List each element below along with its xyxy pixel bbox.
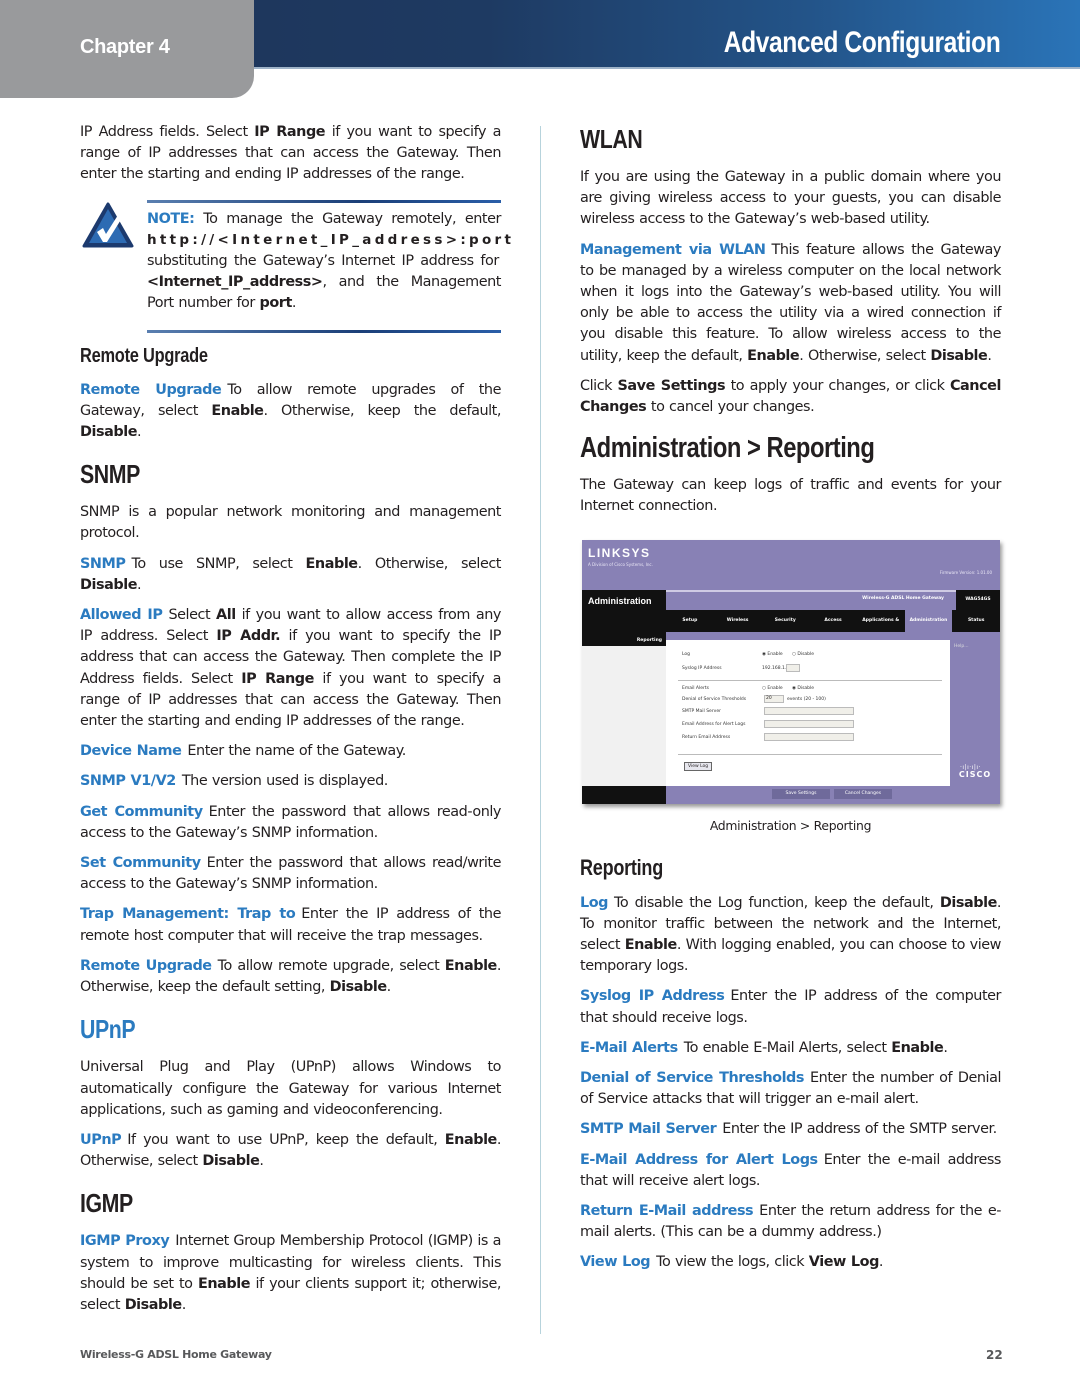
email-enable-radio[interactable]: ○ Enable xyxy=(762,686,783,691)
admin-intro: The Gateway can keep logs of traffic and… xyxy=(580,477,1001,515)
wlan-intro: If you are using the Gateway in a public… xyxy=(580,169,1001,228)
igmp-paragraph: IGMP Proxy Internet Group Membership Prot… xyxy=(80,1233,501,1313)
smtp-paragraph: SMTP Mail Server Enter the IP address of … xyxy=(580,1121,997,1138)
remote-upgrade-paragraph: Remote Upgrade To allow remote upgrades o… xyxy=(80,381,501,441)
sidebar-reporting-label: Reporting xyxy=(582,635,666,646)
reporting-screenshot: LINKSYS A Division of Cisco Systems, Inc… xyxy=(582,539,1000,804)
right-column: WLAN If you are using the Gateway in a p… xyxy=(580,122,1001,1283)
view-log-button[interactable]: View Log xyxy=(684,761,713,771)
email-alerts-label: Email Alerts xyxy=(682,685,709,691)
email-alerts-paragraph: E-Mail Alerts To enable E-Mail Alerts, se… xyxy=(580,1039,948,1056)
note-bottom-rule xyxy=(147,329,501,333)
trap-paragraph: Trap Management: Trap to Enter the IP add… xyxy=(80,906,501,944)
dos-unit: events (20 - 100) xyxy=(787,696,826,702)
get-community-paragraph: Get Community Enter the password that all… xyxy=(80,803,501,841)
section-title: Administration xyxy=(588,595,652,606)
cisco-logo: CISCO xyxy=(958,769,992,779)
return-email-label: Return Email Address xyxy=(682,734,731,740)
snmp-paragraph: SNMP To use SNMP, select Enable. Otherwis… xyxy=(80,555,502,593)
page-number: 22 xyxy=(986,1348,1003,1362)
syslog-paragraph: Syslog IP Address Enter the IP address of… xyxy=(580,988,1002,1026)
cancel-changes-button[interactable]: Cancel Changes xyxy=(834,788,892,799)
return-email-input[interactable] xyxy=(764,732,854,741)
allowed-ip-paragraph: Allowed IP Select All if you want to allo… xyxy=(80,607,502,730)
snmp-heading: SNMP xyxy=(80,459,140,490)
model-number: WAG54GS xyxy=(956,589,1000,610)
dos-label: Denial of Service Thresholds xyxy=(682,696,747,702)
smtp-label: SMTP Mail Server xyxy=(682,708,721,714)
syslog-input[interactable] xyxy=(786,663,800,672)
log-label: Log xyxy=(682,651,691,657)
product-name: Wireless-G ADSL Home Gateway xyxy=(862,595,944,601)
view-log-paragraph: View Log To view the logs, click View Log… xyxy=(580,1254,884,1271)
left-column: IP Address fields. Select IP Range if yo… xyxy=(80,122,515,1325)
nav-access-restrictions[interactable]: Access Restrictions xyxy=(809,610,857,645)
note-text: NOTE: To manage the Gateway remotely, en… xyxy=(147,210,515,312)
igmp-heading: IGMP xyxy=(80,1188,133,1219)
upnp-heading: UPnP xyxy=(80,1014,136,1045)
nav-setup[interactable]: Setup xyxy=(666,610,714,632)
nav-administration[interactable]: Administration xyxy=(904,609,953,632)
screenshot-caption: Administration > Reporting xyxy=(709,817,872,833)
screenshot-subnav xyxy=(666,631,1000,640)
syslog-label: Syslog IP Address xyxy=(682,665,722,671)
log-paragraph: Log To disable the Log function, keep the… xyxy=(580,894,1002,975)
wlan-heading: WLAN xyxy=(580,124,643,154)
dos-input[interactable]: 20 xyxy=(764,694,784,703)
footer-block xyxy=(582,785,666,804)
header-rule xyxy=(250,67,1080,69)
smtp-input[interactable] xyxy=(764,706,854,715)
nav-applications-gaming[interactable]: Applications & Gaming xyxy=(857,610,905,645)
syslog-prefix: 192.168.1. xyxy=(762,665,787,671)
reporting-heading: Reporting xyxy=(580,854,663,880)
save-settings-button[interactable]: Save Settings xyxy=(772,788,830,799)
nav-security[interactable]: Security xyxy=(761,610,809,632)
checkmark-icon xyxy=(82,202,134,248)
upnp-intro: Universal Plug and Play (UPnP) allows Wi… xyxy=(80,1059,501,1118)
email-address-label: Email Address for Alert Logs xyxy=(682,721,746,727)
upnp-paragraph: UPnP If you want to use UPnP, keep the de… xyxy=(80,1131,501,1170)
nav-wireless[interactable]: Wireless xyxy=(714,610,762,632)
set-community-paragraph: Set Community Enter the password that all… xyxy=(80,855,501,893)
help-link[interactable]: Help... xyxy=(954,644,969,649)
save-note-paragraph: Click Save Settings to apply your change… xyxy=(580,377,1001,416)
remote-upgrade2-paragraph: Remote Upgrade To allow remote upgrade, s… xyxy=(80,957,501,996)
form-divider-2 xyxy=(678,753,942,755)
intro-paragraph: IP Address fields. Select IP Range if yo… xyxy=(80,124,501,183)
log-enable-radio[interactable]: ◉ Enable xyxy=(762,652,783,657)
chapter-tab: Chapter 4 xyxy=(0,0,254,98)
screenshot-nav: Setup Wireless Security Access Restricti… xyxy=(666,609,1000,645)
column-divider xyxy=(540,126,541,1334)
logo-subtitle: A Division of Cisco Systems, Inc. xyxy=(588,561,653,567)
admin-reporting-heading: Administration > Reporting xyxy=(580,432,875,465)
form-divider xyxy=(678,679,942,681)
email-address-paragraph: E-Mail Address for Alert Logs Enter the e… xyxy=(580,1151,1001,1189)
note-box: NOTE: To manage the Gateway remotely, en… xyxy=(80,199,515,333)
mgmt-wlan-paragraph: Management via WLAN This feature allows t… xyxy=(580,241,1001,364)
return-email-paragraph: Return E-Mail address Enter the return ad… xyxy=(580,1203,1001,1241)
email-address-input[interactable] xyxy=(764,719,854,728)
screenshot-sidebar xyxy=(582,645,666,786)
email-disable-radio[interactable]: ◉ Disable xyxy=(792,686,814,691)
help-panel xyxy=(950,639,1000,804)
remote-upgrade-heading: Remote Upgrade xyxy=(80,344,208,367)
device-name-paragraph: Device Name Enter the name of the Gateway… xyxy=(80,743,406,760)
snmp-intro: SNMP is a popular network monitoring and… xyxy=(80,504,501,542)
nav-status[interactable]: Status xyxy=(952,610,1000,632)
footer-product: Wireless-G ADSL Home Gateway xyxy=(80,1348,272,1361)
chapter-label: Chapter 4 xyxy=(80,36,170,58)
firmware-version: Firmware Version: 1.01.00 xyxy=(939,569,992,575)
product-bar xyxy=(666,589,1000,610)
page-title: Advanced Configuration xyxy=(723,26,1000,59)
linksys-logo: LINKSYS xyxy=(588,545,651,560)
dos-paragraph: Denial of Service Thresholds Enter the nu… xyxy=(580,1070,1002,1108)
log-disable-radio[interactable]: ○ Disable xyxy=(792,652,814,657)
snmp-version-paragraph: SNMP V1/V2 The version used is displayed. xyxy=(80,773,388,790)
